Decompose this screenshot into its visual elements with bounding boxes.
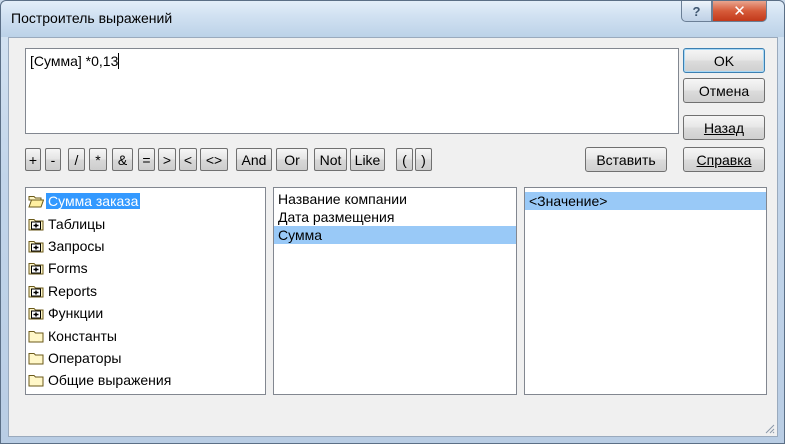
- tree-item-label: Сумма заказа: [46, 193, 141, 210]
- operator-or-button[interactable]: Or: [276, 148, 308, 171]
- close-icon: ✕: [733, 3, 746, 20]
- field-list-item[interactable]: Сумма: [274, 226, 516, 244]
- cancel-button[interactable]: Отмена: [683, 78, 765, 103]
- field-list-item[interactable]: Название компании: [274, 190, 516, 208]
- folder-icon: [28, 329, 44, 343]
- help-button[interactable]: Справка: [683, 147, 765, 172]
- operator-plus-button[interactable]: +: [25, 148, 41, 171]
- help-title-button[interactable]: ?: [681, 1, 712, 22]
- field-list-item[interactable]: Дата размещения: [274, 208, 516, 226]
- tree-item-label: Операторы: [48, 349, 122, 366]
- operator-label: +: [28, 151, 38, 168]
- operator-label: -: [50, 151, 56, 168]
- tree-item-label: Forms: [48, 260, 88, 277]
- operator-not-equal-button[interactable]: <>: [200, 148, 228, 171]
- operator-label: Or: [284, 151, 300, 168]
- expand-folder-icon[interactable]: [28, 261, 44, 275]
- ok-button[interactable]: OK: [683, 48, 765, 73]
- help-button-label: Справка: [696, 151, 752, 168]
- tree-item-label: Константы: [48, 327, 117, 344]
- text-caret: [118, 53, 120, 69]
- object-tree[interactable]: Сумма заказа Таблицы Запросы Forms Reports Фу…: [25, 187, 266, 395]
- resize-grip-icon[interactable]: [763, 422, 775, 434]
- insert-button[interactable]: Вставить: [585, 147, 667, 172]
- close-button[interactable]: ✕: [712, 1, 767, 22]
- operator-concat-button[interactable]: &: [112, 148, 133, 171]
- operator-label: *: [95, 151, 101, 168]
- expand-folder-icon[interactable]: [28, 239, 44, 253]
- tree-item[interactable]: Функции: [26, 302, 265, 324]
- operator-less-button[interactable]: <: [179, 148, 197, 171]
- operator-label: Not: [319, 151, 342, 168]
- operator-multiply-button[interactable]: *: [89, 148, 107, 171]
- operator-divide-button[interactable]: /: [68, 148, 85, 171]
- back-button-label: Назад: [703, 119, 745, 136]
- ok-button-label: OK: [713, 52, 735, 69]
- tree-item-label: Таблицы: [48, 215, 106, 232]
- dialog-client-area: [Сумма] *0,13 OK Отмена Назад Вставить С…: [8, 37, 778, 437]
- operator-greater-button[interactable]: >: [158, 148, 176, 171]
- title-bar[interactable]: Построитель выражений ? ✕: [1, 1, 784, 37]
- operator-label: <: [183, 151, 193, 168]
- tree-item[interactable]: Операторы: [26, 347, 265, 369]
- expand-folder-icon[interactable]: [28, 217, 44, 231]
- values-list[interactable]: <Значение>: [524, 187, 767, 395]
- back-button[interactable]: Назад: [683, 115, 765, 140]
- tree-item[interactable]: Сумма заказа: [26, 190, 265, 212]
- operator-label: <>: [205, 151, 223, 168]
- tree-item-label: Reports: [48, 282, 98, 299]
- tree-item[interactable]: Общие выражения: [26, 369, 265, 391]
- tree-item-label: Функции: [48, 305, 104, 322]
- open-folder-icon: [28, 194, 44, 208]
- tree-item-label: Запросы: [48, 237, 105, 254]
- operator-label: /: [74, 151, 79, 168]
- tree-item-label: Общие выражения: [48, 372, 172, 389]
- expression-input[interactable]: [Сумма] *0,13: [25, 48, 679, 134]
- tree-item[interactable]: Reports: [26, 280, 265, 302]
- expression-builder-window: Построитель выражений ? ✕ [Сумма] *0,13 …: [0, 0, 785, 444]
- operator-not-button[interactable]: Not: [314, 148, 347, 171]
- folder-icon: [28, 351, 44, 365]
- insert-button-label: Вставить: [596, 151, 656, 168]
- tree-item[interactable]: Таблицы: [26, 212, 265, 234]
- operator-equals-button[interactable]: =: [138, 148, 155, 171]
- operator-close-paren-button[interactable]: ): [415, 148, 432, 171]
- operator-label: &: [117, 151, 128, 168]
- operator-label: =: [142, 151, 151, 168]
- tree-item[interactable]: Константы: [26, 324, 265, 346]
- operator-label: And: [241, 151, 267, 168]
- fields-list[interactable]: Название компании Дата размещения Сумма: [273, 187, 517, 395]
- tree-item[interactable]: Forms: [26, 257, 265, 279]
- operator-open-paren-button[interactable]: (: [396, 148, 413, 171]
- window-title: Построитель выражений: [11, 10, 173, 26]
- tree-item[interactable]: Запросы: [26, 235, 265, 257]
- operator-label: ): [421, 151, 426, 168]
- operator-like-button[interactable]: Like: [350, 148, 385, 171]
- operator-label: (: [402, 151, 407, 168]
- operator-label: >: [162, 151, 172, 168]
- operator-and-button[interactable]: And: [236, 148, 272, 171]
- operator-minus-button[interactable]: -: [45, 148, 61, 171]
- cancel-button-label: Отмена: [698, 82, 750, 99]
- expression-text: [Сумма] *0,13: [30, 53, 119, 69]
- folder-icon: [28, 373, 44, 387]
- expand-folder-icon[interactable]: [28, 306, 44, 320]
- operator-label: Like: [354, 151, 381, 168]
- expand-folder-icon[interactable]: [28, 284, 44, 298]
- question-icon: ?: [692, 3, 701, 19]
- value-list-item[interactable]: <Значение>: [525, 192, 766, 210]
